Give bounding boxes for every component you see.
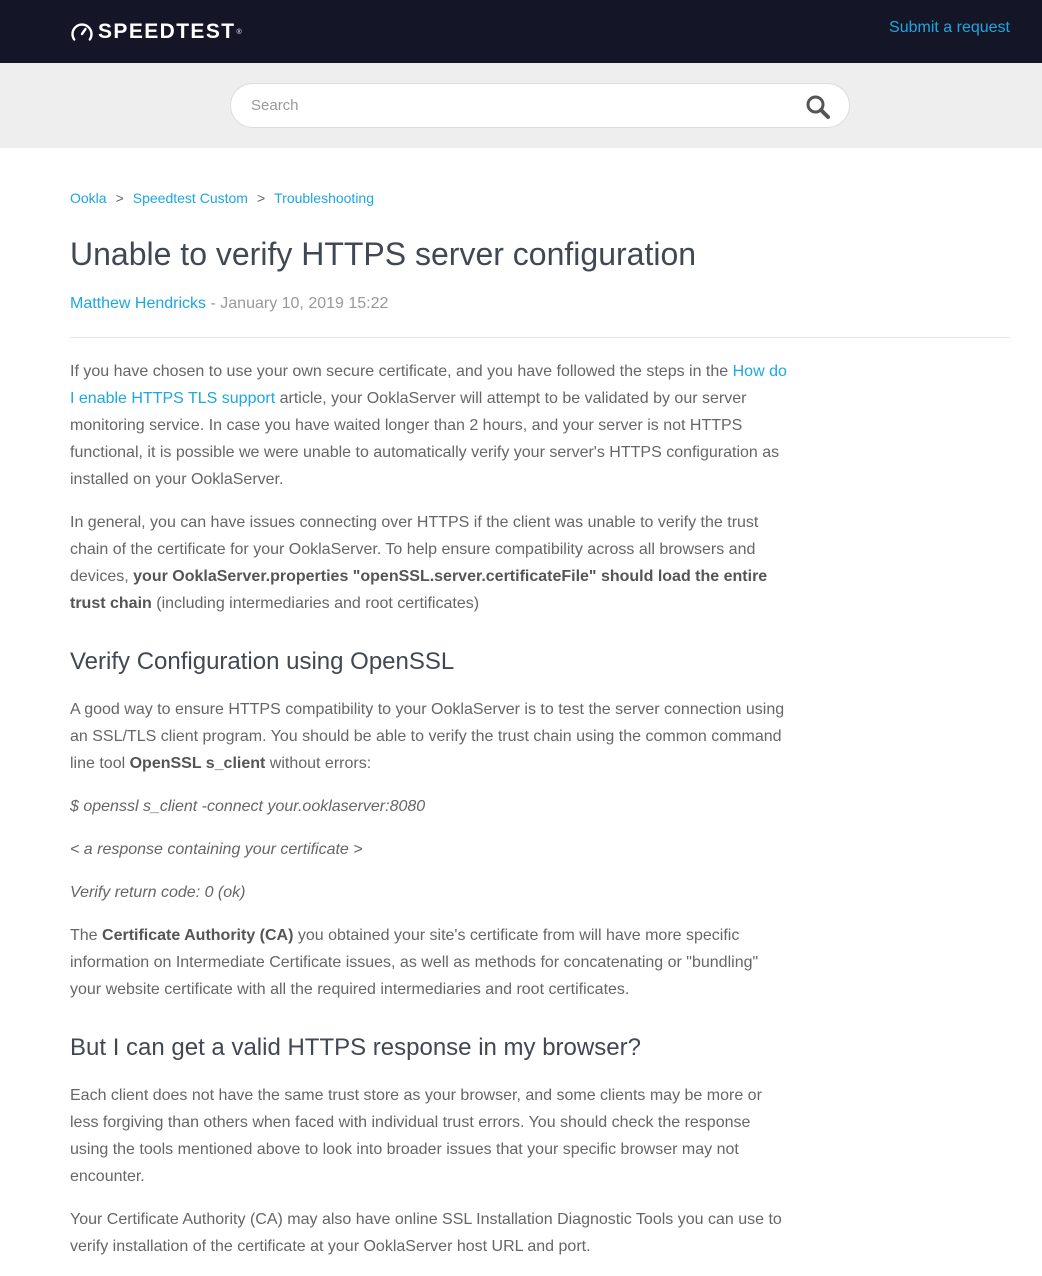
code-text: Verify return code: 0 (ok) — [70, 884, 246, 901]
paragraph: A good way to ensure HTTPS compatibility… — [70, 696, 792, 777]
breadcrumb-item-troubleshooting[interactable]: Troubleshooting — [274, 190, 374, 206]
article-body: If you have chosen to use your own secur… — [70, 358, 792, 1276]
bold-text: Certificate Authority (CA) — [102, 927, 294, 944]
paragraph: Each client does not have the same trust… — [70, 1087, 762, 1185]
meta-separator: - — [206, 295, 221, 312]
breadcrumb-separator: > — [115, 190, 124, 206]
breadcrumb-separator: > — [256, 190, 266, 206]
code-text: $ openssl s_client -connect your.ooklase… — [70, 798, 426, 815]
search-box — [230, 83, 850, 128]
breadcrumb-item-speedtest-custom[interactable]: Speedtest Custom — [133, 190, 248, 206]
article-title: Unable to verify HTTPS server configurat… — [70, 236, 697, 272]
search-input[interactable] — [251, 84, 791, 127]
breadcrumb: Ookla > Speedtest Custom > Troubleshooti… — [70, 190, 374, 206]
breadcrumb-item-ookla[interactable]: Ookla — [70, 190, 107, 206]
top-header: SPEEDTEST ® Submit a request — [0, 0, 1042, 63]
code-line: $ openssl s_client -connect your.ooklase… — [70, 793, 792, 820]
paragraph: Your Certificate Authority (CA) may also… — [70, 1211, 782, 1255]
paragraph-text: (including intermediaries and root certi… — [151, 595, 480, 612]
speedtest-logo-link[interactable]: SPEEDTEST ® — [70, 20, 242, 44]
section-heading: But I can get a valid HTTPS response in … — [70, 1034, 641, 1061]
paragraph-text: without errors: — [265, 755, 372, 772]
divider — [70, 337, 1010, 338]
bold-text: OpenSSL s_client — [129, 755, 266, 772]
code-text: < a response containing your certificate… — [70, 841, 363, 858]
code-line: < a response containing your certificate… — [70, 836, 792, 863]
code-line: Verify return code: 0 (ok) — [70, 879, 792, 906]
logo-wordmark: SPEEDTEST — [98, 20, 236, 43]
paragraph: In general, you can have issues connecti… — [70, 509, 792, 617]
search-band — [0, 63, 1042, 148]
submit-request-link[interactable]: Submit a request — [889, 19, 1010, 37]
paragraph-text: If you have chosen to use your own secur… — [70, 363, 733, 380]
author-link[interactable]: Matthew Hendricks — [70, 295, 206, 312]
search-icon[interactable] — [805, 94, 831, 120]
article-date: January 10, 2019 15:22 — [220, 295, 389, 312]
paragraph-text: The — [70, 927, 103, 944]
paragraph: The Certificate Authority (CA) you obtai… — [70, 922, 792, 1003]
logo-trademark: ® — [236, 28, 242, 36]
speedometer-icon — [71, 23, 93, 41]
paragraph: If you have chosen to use your own secur… — [70, 358, 792, 493]
section-heading: Verify Configuration using OpenSSL — [70, 648, 455, 675]
article-meta: Matthew Hendricks - January 10, 2019 15:… — [70, 295, 388, 313]
